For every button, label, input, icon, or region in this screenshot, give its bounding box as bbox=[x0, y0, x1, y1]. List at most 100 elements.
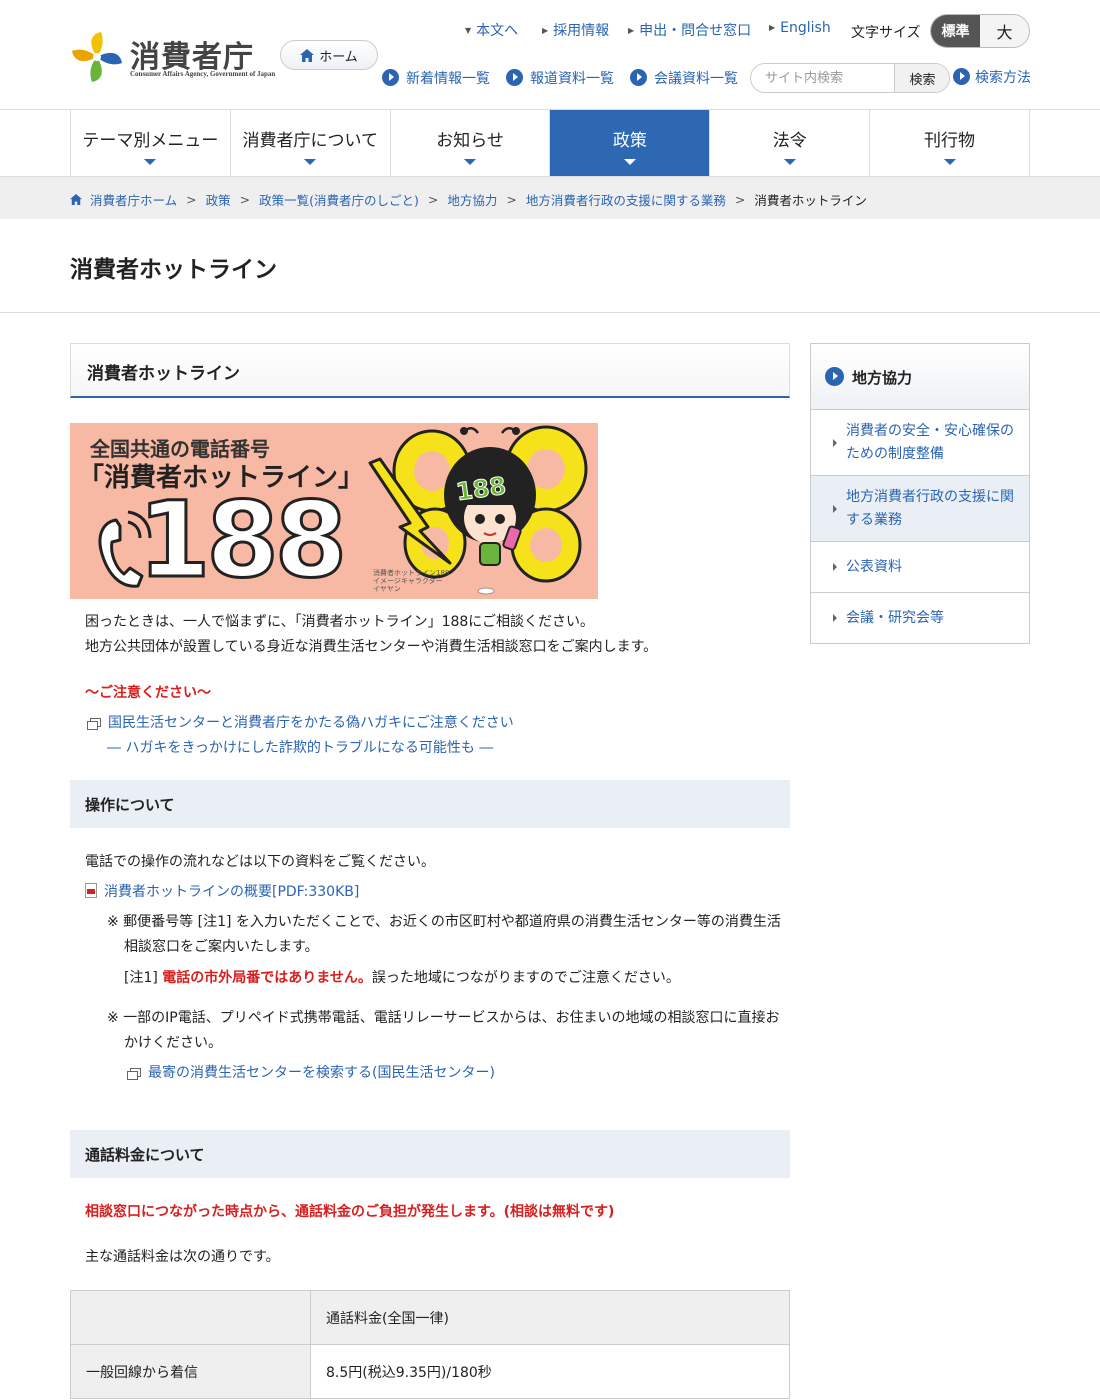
sidebar-item-meetings[interactable]: 会議・研究会等 bbox=[811, 593, 1029, 643]
caution-title: 〜ご注意ください〜 bbox=[85, 685, 211, 701]
sidebar-title-label: 地方協力 bbox=[852, 369, 913, 387]
fee-table: 通話料金(全国一律) 一般回線から着信 8.5円(税込9.35円)/180秒 bbox=[70, 1290, 790, 1399]
breadcrumb: 消費者庁ホーム > 政策 > 政策一覧(消費者庁のしごと) > 地方協力 > 地… bbox=[0, 177, 1100, 219]
external-link-icon bbox=[87, 718, 101, 730]
section-title: 消費者ホットライン bbox=[70, 343, 790, 398]
breadcrumb-link-local[interactable]: 地方協力 bbox=[447, 190, 497, 209]
ops-heading: 操作について bbox=[70, 780, 790, 828]
gnav-label: 政策 bbox=[612, 130, 647, 151]
site-search: 検索 bbox=[750, 63, 950, 93]
ops-note: ※ 郵便番号等 [注1] を入力いただくことで、お近くの市区町村や都道府県の消費… bbox=[107, 914, 781, 930]
util-link-english[interactable]: ▶ English bbox=[769, 20, 831, 36]
banner-number: 188 bbox=[136, 479, 348, 599]
util-link-skip[interactable]: ▼ 本文へ bbox=[465, 20, 518, 40]
search-button[interactable]: 検索 bbox=[894, 64, 949, 92]
breadcrumb-separator: > bbox=[427, 192, 439, 207]
gnav-label: テーマ別メニュー bbox=[82, 130, 219, 151]
arrow-circle-icon bbox=[382, 69, 399, 86]
sidebar-item-publications[interactable]: 公表資料 bbox=[811, 542, 1029, 593]
breadcrumb-link-policy[interactable]: 政策 bbox=[206, 190, 231, 209]
gnav-theme-menu[interactable]: テーマ別メニュー bbox=[71, 110, 231, 176]
link-label: 国民生活センターと消費者庁をかたる偽ハガキにご注意ください bbox=[108, 715, 514, 731]
home-button[interactable]: ホーム bbox=[280, 40, 378, 70]
caret-right-icon: ▶ bbox=[769, 23, 776, 32]
site-logo[interactable]: 消費者庁 Consumer Affairs Agency, Government… bbox=[68, 30, 275, 84]
table-header-cell: 通話料金(全国一律) bbox=[310, 1290, 790, 1345]
quick-link-press[interactable]: 報道資料一覧 bbox=[506, 68, 614, 88]
fake-postcard-warning-sublink[interactable]: ― ハガキをきっかけにした詐欺的トラブルになる可能性も ― bbox=[107, 737, 493, 757]
table-cell: 8.5円(税込9.35円)/180秒 bbox=[310, 1344, 790, 1399]
hotline-overview-pdf-link[interactable]: 消費者ホットラインの概要[PDF:330KB] bbox=[85, 881, 359, 901]
chevron-down-icon bbox=[623, 159, 636, 165]
table-row: 一般回線から着信 8.5円(税込9.35円)/180秒 bbox=[70, 1344, 790, 1399]
intro-text: 地方公共団体が設置している身近な消費生活センターや消費生活相談窓口をご案内します… bbox=[85, 639, 658, 655]
banner-caption-line: イメージキャラクター bbox=[373, 577, 443, 585]
breadcrumb-link-home[interactable]: 消費者庁ホーム bbox=[90, 190, 177, 209]
sidebar-title[interactable]: 地方協力 bbox=[811, 344, 1029, 410]
ops-note: 相談窓口をご案内いたします。 bbox=[124, 939, 319, 955]
util-link-label: 申出・問合せ窓口 bbox=[639, 23, 752, 39]
gnav-label: 刊行物 bbox=[924, 130, 976, 151]
home-label: ホーム bbox=[319, 49, 358, 65]
breadcrumb-separator: > bbox=[186, 192, 197, 207]
fee-text: 主な通話料金は次の通りです。 bbox=[85, 1249, 280, 1265]
logo-mark-icon bbox=[72, 32, 122, 82]
breadcrumb-separator: > bbox=[506, 192, 517, 207]
chevron-down-icon bbox=[783, 159, 796, 165]
gnav-label: お知らせ bbox=[436, 130, 504, 151]
sidebar-item-local-support[interactable]: 地方消費者行政の支援に関する業務 bbox=[811, 476, 1029, 542]
quick-link-label: 新着情報一覧 bbox=[406, 71, 490, 87]
fee-heading: 通話料金について bbox=[70, 1130, 790, 1178]
divider bbox=[0, 312, 1100, 313]
quick-link-news[interactable]: 新着情報一覧 bbox=[382, 68, 490, 88]
breadcrumb-separator: > bbox=[734, 192, 746, 207]
util-link-label: 採用情報 bbox=[553, 23, 610, 39]
pdf-icon bbox=[85, 883, 97, 898]
ops-text: 電話での操作の流れなどは以下の資料をご覧ください。 bbox=[85, 854, 435, 870]
gnav-law[interactable]: 法令 bbox=[710, 110, 871, 176]
chevron-down-icon bbox=[464, 159, 477, 165]
ops-note-area-code: [注1] 電話の市外局番ではありません。誤った地域につながりますのでご注意くださ… bbox=[124, 967, 680, 987]
arrow-circle-icon bbox=[506, 69, 523, 86]
gnav-about[interactable]: 消費者庁について bbox=[230, 110, 391, 176]
sidebar-item-safety-system[interactable]: 消費者の安全・安心確保のための制度整備 bbox=[811, 410, 1029, 476]
sidebar-local-cooperation: 地方協力 消費者の安全・安心確保のための制度整備 地方消費者行政の支援に関する業… bbox=[810, 343, 1030, 644]
quick-link-meetings[interactable]: 会議資料一覧 bbox=[630, 68, 738, 88]
gnav-label: 消費者庁について bbox=[242, 130, 378, 151]
table-cell: 一般回線から着信 bbox=[70, 1344, 311, 1399]
arrow-circle-icon bbox=[630, 69, 647, 86]
banner-caption: 消費者ホットライン188 イメージキャラクター イヤヤン bbox=[373, 569, 449, 593]
note-suffix: 誤った地域につながりますのでご注意ください。 bbox=[371, 970, 680, 986]
caret-down-icon: ▼ bbox=[465, 26, 472, 35]
font-size-large-button[interactable]: 大 bbox=[980, 15, 1029, 47]
chevron-down-icon bbox=[943, 159, 956, 165]
util-link-label: 本文へ bbox=[476, 23, 519, 39]
chevron-down-icon bbox=[144, 159, 157, 165]
gnav-label: 法令 bbox=[772, 130, 807, 151]
center-search-link[interactable]: 最寄の消費生活センターを検索する(国民生活センター) bbox=[127, 1062, 495, 1082]
quick-link-label: 会議資料一覧 bbox=[654, 71, 738, 87]
ops-note: ※ 一部のIP電話、プリペイド式携帯電話、電話リレーサービスからは、お住まいの地… bbox=[107, 1010, 780, 1026]
gnav-publications[interactable]: 刊行物 bbox=[870, 110, 1030, 176]
global-nav: テーマ別メニュー 消費者庁について お知らせ 政策 法令 刊行物 bbox=[70, 110, 1030, 176]
link-label: 消費者ホットラインの概要[PDF:330KB] bbox=[104, 884, 360, 900]
chevron-down-icon bbox=[304, 159, 317, 165]
table-header-row: 通話料金(全国一律) bbox=[70, 1290, 790, 1345]
gnav-news[interactable]: お知らせ bbox=[390, 110, 551, 176]
caret-right-icon: ▶ bbox=[542, 26, 549, 35]
gnav-policy[interactable]: 政策 bbox=[550, 110, 711, 176]
home-icon bbox=[300, 48, 315, 62]
home-icon bbox=[70, 194, 82, 205]
note-warning: 電話の市外局番ではありません。 bbox=[162, 970, 372, 986]
font-size-standard-button[interactable]: 標準 bbox=[931, 15, 980, 47]
fake-postcard-warning-link[interactable]: 国民生活センターと消費者庁をかたる偽ハガキにご注意ください bbox=[87, 712, 514, 732]
intro-text: 困ったときは、一人で悩まずに、「消費者ホットライン」188にご相談ください。 bbox=[85, 614, 595, 630]
breadcrumb-link-policy-list[interactable]: 政策一覧(消費者庁のしごと) bbox=[259, 190, 419, 209]
util-link-contact[interactable]: ▶ 申出・問合せ窓口 bbox=[628, 20, 751, 40]
util-link-label: English bbox=[780, 20, 831, 36]
breadcrumb-link-support[interactable]: 地方消費者行政の支援に関する業務 bbox=[526, 190, 726, 209]
search-help-link[interactable]: 検索方法 bbox=[953, 67, 1031, 87]
search-input[interactable] bbox=[751, 64, 894, 92]
hotline-188-banner: 全国共通の電話番号 「消費者ホットライン」 188 188 消費者ホットライン1… bbox=[70, 423, 598, 599]
util-link-recruit[interactable]: ▶ 採用情報 bbox=[542, 20, 609, 40]
